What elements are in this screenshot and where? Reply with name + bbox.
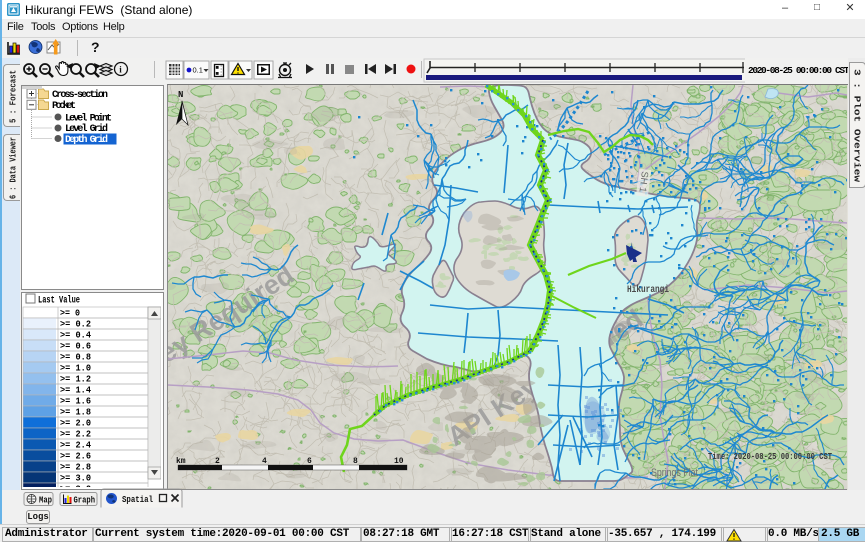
svg-text:4: 4 — [262, 457, 267, 466]
svg-text:>= 0.8: >= 0.8 — [60, 352, 91, 363]
svg-text:>= 1.2: >= 1.2 — [60, 374, 91, 385]
svg-text:6: 6 — [307, 457, 312, 466]
svg-text:>= 1.0: >= 1.0 — [60, 363, 91, 374]
svg-text:Cross-section: Cross-section — [52, 89, 108, 101]
svg-text:>= 2.6: >= 2.6 — [60, 451, 91, 462]
svg-text:>= 0.2: >= 0.2 — [60, 319, 91, 330]
svg-text:Hikurangi: Hikurangi — [627, 284, 669, 296]
svg-text:Spatial: Spatial — [122, 495, 153, 505]
svg-text:>= 2.4: >= 2.4 — [60, 440, 91, 451]
svg-text:Graph: Graph — [74, 496, 96, 506]
svg-text:8: 8 — [353, 457, 358, 466]
svg-text:>= 3.2: >= 3.2 — [60, 484, 91, 488]
svg-text:5 : Forecast: 5 : Forecast — [9, 70, 19, 123]
svg-text:Pocket: Pocket — [52, 100, 76, 112]
svg-text:10: 10 — [394, 457, 404, 466]
svg-text:>= 0: >= 0 — [60, 308, 80, 319]
svg-text:Last Value: Last Value — [38, 295, 80, 307]
svg-text:km: km — [176, 457, 186, 466]
svg-text:Level Grid: Level Grid — [65, 123, 108, 135]
svg-text:>= 2.2: >= 2.2 — [60, 429, 91, 440]
svg-text:N: N — [178, 90, 183, 100]
svg-text:>= 2.0: >= 2.0 — [60, 418, 91, 429]
svg-text:Level Point: Level Point — [65, 113, 112, 125]
svg-text:0.1: 0.1 — [193, 66, 203, 75]
svg-text:Depth Grid: Depth Grid — [65, 134, 108, 146]
svg-text:6 : Data Viewer: 6 : Data Viewer — [9, 137, 19, 199]
svg-text:Springs Flat: Springs Flat — [651, 467, 698, 479]
svg-text:>= 2.8: >= 2.8 — [60, 462, 91, 473]
svg-text:Time: 2020-08-25 00:00:00 CST: Time: 2020-08-25 00:00:00 CST — [708, 451, 832, 462]
svg-text:>= 0.4: >= 0.4 — [60, 330, 91, 341]
svg-text:>= 3.0: >= 3.0 — [60, 473, 91, 484]
svg-text:>= 1.6: >= 1.6 — [60, 396, 91, 407]
svg-text:>= 1.4: >= 1.4 — [60, 385, 91, 396]
svg-text:2: 2 — [215, 457, 220, 466]
svg-text:Map: Map — [39, 496, 52, 506]
svg-text:>= 1.8: >= 1.8 — [60, 407, 91, 418]
svg-text:>= 0.6: >= 0.6 — [60, 341, 91, 352]
svg-text:3 : Plot Overview: 3 : Plot Overview — [852, 69, 862, 183]
svg-text:i: i — [119, 65, 122, 75]
